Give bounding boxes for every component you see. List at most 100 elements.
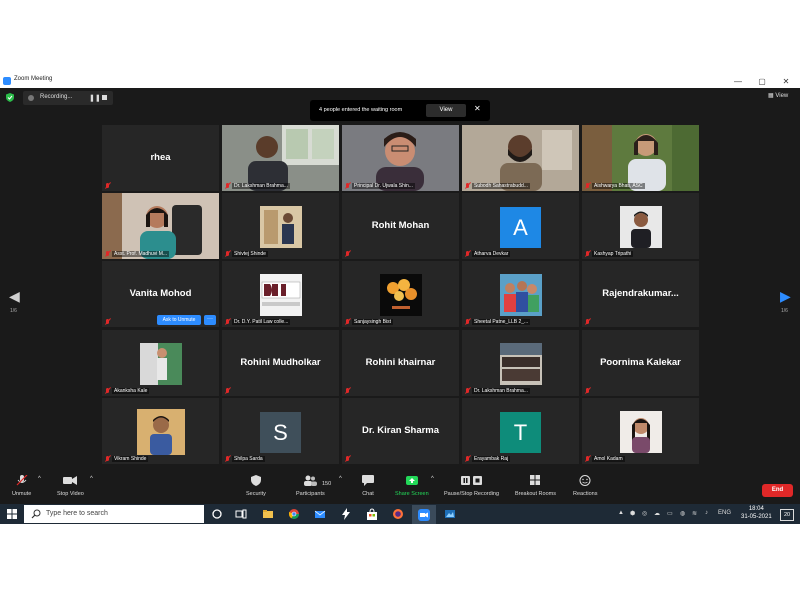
- participant-tile[interactable]: Asst. Prof. Madhuvi M...: [102, 193, 219, 259]
- minimize-button[interactable]: —: [731, 75, 745, 88]
- winamp-lightning-icon[interactable]: [340, 508, 352, 520]
- participant-tile-active-speaker[interactable]: Principal Dr. Ujwala Shin...: [342, 125, 459, 191]
- participants-button[interactable]: Participants: [296, 475, 325, 497]
- participant-name-large: Rohini Mudholkar: [240, 357, 321, 368]
- unmute-button[interactable]: Unmute: [12, 474, 31, 497]
- participant-tile[interactable]: Shivtej Shinde: [222, 193, 339, 259]
- share-options-caret[interactable]: ^: [431, 476, 434, 482]
- breakout-rooms-button[interactable]: Breakout Rooms: [515, 475, 556, 497]
- participant-tile[interactable]: Sanjaysingh Bist: [342, 261, 459, 327]
- tray-overflow-caret-icon[interactable]: ▲: [618, 510, 624, 516]
- participant-tile[interactable]: Poornima Kalekar: [582, 330, 699, 396]
- participant-profile-photo: [500, 343, 542, 385]
- participant-tile[interactable]: Dr. Lakshman Brahma...: [462, 330, 579, 396]
- participant-tile[interactable]: A Atharva Devkar: [462, 193, 579, 259]
- maximize-button[interactable]: ▢: [755, 75, 769, 88]
- participant-tile[interactable]: S Shilpa Sarda: [222, 398, 339, 464]
- reactions-button[interactable]: Reactions: [573, 475, 597, 497]
- participant-tile[interactable]: Rajendrakumar...: [582, 261, 699, 327]
- photos-icon[interactable]: [444, 508, 456, 520]
- stop-video-button[interactable]: Stop Video: [57, 475, 84, 497]
- muted-mic-icon: [345, 388, 350, 394]
- participant-tile[interactable]: Vikram Shinde: [102, 398, 219, 464]
- network-icon[interactable]: ◍: [680, 510, 685, 517]
- action-center-notification-badge[interactable]: 20: [780, 509, 794, 521]
- cloud-icon[interactable]: ☁: [654, 510, 660, 517]
- chat-button[interactable]: Chat: [361, 475, 375, 497]
- participant-tile[interactable]: T Erayambak Raj: [462, 398, 579, 464]
- firefox-icon[interactable]: [392, 508, 404, 520]
- pause-recording-icon[interactable]: ❚❚: [89, 94, 101, 102]
- participant-tile[interactable]: Akanksha Kale: [102, 330, 219, 396]
- store-bag-icon[interactable]: [366, 508, 378, 520]
- input-language[interactable]: ENG: [718, 510, 731, 516]
- muted-mic-icon: [585, 456, 590, 462]
- end-meeting-button[interactable]: End: [762, 484, 793, 497]
- participant-profile-photo: [620, 411, 662, 453]
- close-button[interactable]: ✕: [779, 75, 793, 88]
- clock[interactable]: 18:04 31-05-2021: [741, 506, 772, 520]
- participant-name-label: Aishwarya Bhati, ASC: [592, 183, 645, 189]
- video-options-caret[interactable]: ^: [90, 476, 93, 482]
- participant-tile[interactable]: Rohini khairnar: [342, 330, 459, 396]
- participants-options-caret[interactable]: ^: [339, 476, 342, 482]
- participant-avatar-initial: S: [260, 412, 301, 453]
- muted-mic-icon: [225, 183, 230, 189]
- chrome-icon[interactable]: [288, 508, 300, 520]
- participant-name-label: Asst. Prof. Madhuvi M...: [112, 251, 170, 257]
- participant-profile-photo: [140, 343, 182, 385]
- ask-to-unmute-button[interactable]: Ask to Unmute: [157, 315, 201, 325]
- waiting-room-message: 4 people entered the waiting room: [319, 107, 403, 113]
- tray-notification-icon[interactable]: ◎: [642, 510, 647, 517]
- waiting-room-notification: 4 people entered the waiting room View ✕: [310, 100, 490, 121]
- participant-tile[interactable]: Rohit Mohan: [342, 193, 459, 259]
- participant-name-label: Akanksha Kale: [112, 388, 150, 394]
- view-layout-button[interactable]: ▦ View: [768, 92, 788, 99]
- pause-stop-recording-icon: [460, 476, 482, 485]
- mail-icon[interactable]: [314, 508, 326, 520]
- recording-dot-icon: [28, 95, 34, 101]
- prev-page-arrow-icon[interactable]: ◀: [9, 288, 20, 305]
- windows-start-icon[interactable]: [7, 509, 17, 519]
- participant-tile[interactable]: Subodh Sahastrabudd...: [462, 125, 579, 191]
- muted-mic-icon: [465, 251, 470, 257]
- participant-tile[interactable]: rhea: [102, 125, 219, 191]
- pause-stop-recording-button[interactable]: Pause/Stop Recording: [444, 475, 499, 497]
- participants-label: Participants: [296, 491, 325, 497]
- audio-options-caret[interactable]: ^: [38, 476, 41, 482]
- participant-tile[interactable]: Amol Kadam: [582, 398, 699, 464]
- file-explorer-icon[interactable]: [262, 508, 274, 520]
- participant-avatar-initial: T: [500, 412, 541, 453]
- security-button[interactable]: Security: [246, 475, 266, 497]
- participant-video: [222, 125, 339, 191]
- participant-tile[interactable]: Dr. Kiran Sharma: [342, 398, 459, 464]
- participant-profile-photo: [500, 274, 542, 316]
- participant-tile[interactable]: Sheetal Patne_LLB 2_...: [462, 261, 579, 327]
- participant-tile[interactable]: Aishwarya Bhati, ASC: [582, 125, 699, 191]
- taskbar-search-box[interactable]: Type here to search: [24, 505, 204, 523]
- speaker-icon[interactable]: ♪: [705, 510, 708, 516]
- muted-mic-icon: [345, 183, 350, 189]
- participant-tile[interactable]: Dr. Lakshman Brahma...: [222, 125, 339, 191]
- battery-icon[interactable]: ▭: [667, 510, 673, 517]
- wifi-icon[interactable]: ≋: [692, 510, 697, 517]
- security-label: Security: [246, 491, 266, 497]
- muted-mic-icon: [465, 183, 470, 189]
- task-view-icon[interactable]: [235, 508, 247, 520]
- security-shield-icon[interactable]: [6, 93, 14, 102]
- waiting-room-close-icon[interactable]: ✕: [474, 104, 481, 113]
- participant-tile[interactable]: Kashyap Tripathi: [582, 193, 699, 259]
- stop-recording-icon[interactable]: [102, 95, 107, 100]
- participant-name-label: Principal Dr. Ujwala Shin...: [352, 183, 415, 189]
- tray-app-icon[interactable]: ⬢: [630, 510, 635, 517]
- next-page-arrow-icon[interactable]: ▶: [780, 288, 791, 305]
- participant-tile[interactable]: Rohini Mudholkar: [222, 330, 339, 396]
- tile-more-options-button[interactable]: ···: [204, 315, 216, 325]
- participant-video: [342, 125, 459, 191]
- cortana-icon[interactable]: [211, 508, 223, 520]
- share-screen-button[interactable]: Share Screen: [395, 475, 429, 497]
- zoom-taskbar-item-active[interactable]: [412, 505, 436, 524]
- muted-mic-icon: [345, 456, 350, 462]
- waiting-room-view-button[interactable]: View: [426, 104, 466, 117]
- participant-tile[interactable]: Dr. D.Y. Patil Law colle...: [222, 261, 339, 327]
